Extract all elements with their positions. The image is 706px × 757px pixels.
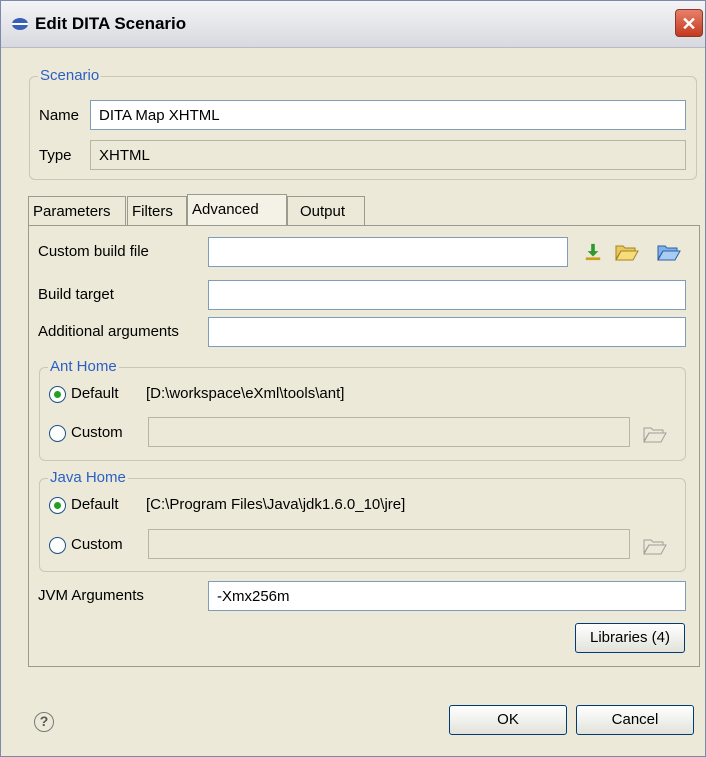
- ant-custom-field[interactable]: [148, 417, 630, 447]
- java-custom-field[interactable]: [148, 529, 630, 559]
- tab-parameters[interactable]: Parameters: [28, 196, 126, 226]
- ant-custom-label[interactable]: Custom: [71, 424, 123, 441]
- java-default-label[interactable]: Default: [71, 496, 119, 513]
- dialog-title: Edit DITA Scenario: [35, 14, 187, 33]
- tab-filters[interactable]: Filters: [127, 196, 187, 226]
- folder-url-icon[interactable]: [657, 243, 681, 261]
- tab-parameters-label: Parameters: [33, 203, 111, 220]
- tab-output[interactable]: Output: [287, 196, 365, 226]
- java-home-legend: Java Home: [48, 469, 128, 486]
- folder-open-icon[interactable]: [615, 243, 639, 261]
- tab-advanced[interactable]: Advanced: [187, 194, 287, 226]
- tab-output-label: Output: [300, 203, 346, 220]
- dita-scenario-icon: [12, 18, 28, 30]
- type-field: XHTML: [90, 140, 686, 170]
- tab-filters-label: Filters: [132, 203, 173, 220]
- title-bar[interactable]: Edit DITA Scenario ✕: [1, 1, 705, 48]
- build-target-field[interactable]: [208, 280, 686, 310]
- tab-advanced-label: Advanced: [192, 201, 259, 218]
- name-label: Name: [39, 107, 80, 124]
- java-default-radio[interactable]: [49, 497, 66, 514]
- name-field[interactable]: DITA Map XHTML: [90, 100, 686, 130]
- ant-folder-icon[interactable]: [643, 425, 667, 443]
- java-folder-icon[interactable]: [643, 537, 667, 555]
- edit-dita-scenario-dialog: Edit DITA Scenario ✕ Scenario Name DITA …: [0, 0, 706, 757]
- ant-default-radio[interactable]: [49, 386, 66, 403]
- libraries-button[interactable]: Libraries (4): [575, 623, 685, 653]
- type-label: Type: [39, 147, 72, 164]
- custom-build-file-field[interactable]: [208, 237, 568, 267]
- ant-default-path: [D:\workspace\eXml\tools\ant]: [146, 385, 345, 402]
- jvm-arguments-field[interactable]: -Xmx256m: [208, 581, 686, 611]
- additional-arguments-field[interactable]: [208, 317, 686, 347]
- build-target-label: Build target: [38, 286, 114, 303]
- scenario-legend: Scenario: [38, 67, 102, 84]
- ant-custom-radio[interactable]: [49, 425, 66, 442]
- ok-button[interactable]: OK: [449, 705, 567, 735]
- java-custom-label[interactable]: Custom: [71, 536, 123, 553]
- custom-build-file-label: Custom build file: [38, 243, 149, 260]
- additional-arguments-label: Additional arguments: [38, 323, 179, 340]
- help-icon[interactable]: ?: [34, 712, 54, 732]
- jvm-arguments-label: JVM Arguments: [38, 587, 144, 604]
- insert-variable-icon[interactable]: [584, 243, 602, 261]
- ant-default-label[interactable]: Default: [71, 385, 119, 402]
- java-default-path: [C:\Program Files\Java\jdk1.6.0_10\jre]: [146, 496, 406, 513]
- java-custom-radio[interactable]: [49, 537, 66, 554]
- ant-home-legend: Ant Home: [48, 358, 119, 375]
- close-icon: ✕: [681, 14, 697, 34]
- cancel-button[interactable]: Cancel: [576, 705, 694, 735]
- close-button[interactable]: ✕: [675, 9, 703, 37]
